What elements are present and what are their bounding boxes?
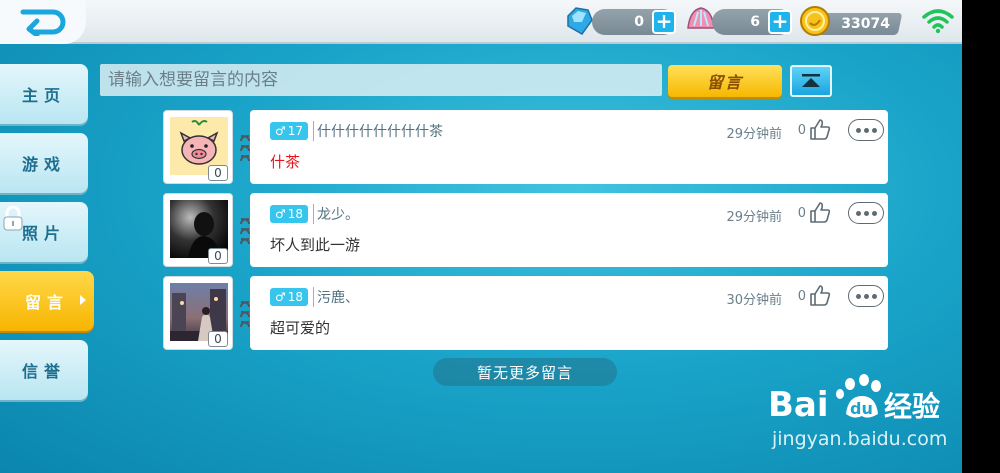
tab-reputation-label: 信誉 (21, 362, 66, 381)
add-diamond-button[interactable]: + (652, 10, 676, 34)
photo-count: 0 (208, 165, 228, 181)
tab-games[interactable]: 游戏 (0, 133, 88, 193)
tab-games-label: 游戏 (21, 155, 66, 174)
tab-reputation[interactable]: 信誉 (0, 340, 88, 400)
game-screen: 0 + 6 + 33074 主页 游戏 照片 留言 信誉 请输入想要留言的内容 … (0, 0, 962, 473)
message-item: 0 ♂ 18 污鹿、 超可爱的 30分钟前 0 (163, 276, 888, 350)
add-shell-button[interactable]: + (768, 10, 792, 34)
photo-count: 0 (208, 248, 228, 264)
gender-age-badge: ♂ 18 (270, 205, 308, 223)
age-value: 18 (287, 290, 304, 304)
chevron-right-icon (80, 295, 86, 305)
age-value: 18 (287, 207, 304, 221)
message-card: ♂ 18 污鹿、 超可爱的 30分钟前 0 (250, 276, 888, 350)
thumbs-up-icon[interactable] (808, 283, 832, 307)
message-input[interactable] (100, 64, 662, 96)
thumbs-up-icon[interactable] (808, 117, 832, 141)
message-text: 超可爱的 (270, 319, 331, 337)
nickname[interactable]: 什什什什什什什什茶 (313, 121, 443, 141)
avatar[interactable]: 0 (163, 110, 233, 184)
wifi-icon (922, 9, 954, 34)
screen-edge-bar (962, 0, 1000, 473)
tab-photos-label: 照片 (21, 224, 66, 243)
male-icon: ♂ (274, 207, 286, 221)
tab-home[interactable]: 主页 (0, 64, 88, 124)
no-more-text: 暂无更多留言 (476, 363, 573, 382)
nickname[interactable]: 龙少。 (313, 204, 359, 224)
message-item: 0 ♂ 18 龙少。 坏人到此一游 29分钟前 0 (163, 193, 888, 267)
like-count: 0 (797, 123, 806, 138)
message-text: 什茶 (270, 153, 301, 171)
thumbs-up-icon[interactable] (808, 200, 832, 224)
male-icon: ♂ (274, 290, 286, 304)
nickname[interactable]: 污鹿、 (313, 287, 359, 307)
male-icon: ♂ (274, 124, 286, 138)
like-count: 0 (797, 206, 806, 221)
watermark-bai-text: Bai (768, 385, 829, 425)
lock-icon (3, 206, 23, 231)
coin-icon (800, 6, 830, 36)
post-message-button[interactable]: 留言 (668, 65, 782, 97)
tab-messages-label: 留言 (24, 293, 69, 312)
timestamp: 29分钟前 (726, 210, 782, 225)
photo-count: 0 (208, 331, 228, 347)
message-item: 0 ♂ 17 什什什什什什什什茶 什茶 29分钟前 0 (163, 110, 888, 184)
more-options-button[interactable] (848, 119, 884, 141)
shell-count: 6 (750, 14, 760, 30)
age-value: 17 (287, 124, 304, 138)
diamond-counter: 0 + (592, 9, 676, 35)
message-card: ♂ 18 龙少。 坏人到此一游 29分钟前 0 (250, 193, 888, 267)
tab-home-label: 主页 (21, 86, 66, 105)
avatar[interactable]: 0 (163, 193, 233, 267)
more-options-button[interactable] (848, 202, 884, 224)
timestamp: 30分钟前 (726, 293, 782, 308)
no-more-messages-label: 暂无更多留言 (433, 358, 617, 386)
baidu-jingyan-watermark-logo: Bai du 经验 (768, 374, 940, 425)
message-card: ♂ 17 什什什什什什什什茶 什茶 29分钟前 0 (250, 110, 888, 184)
post-message-label: 留言 (706, 73, 743, 92)
watermark-jingyan-text: 经验 (884, 390, 940, 423)
shell-counter: 6 + (712, 9, 792, 35)
gender-age-badge: ♂ 18 (270, 288, 308, 306)
like-count: 0 (797, 289, 806, 304)
tab-messages[interactable]: 留言 (0, 271, 94, 331)
scroll-top-button[interactable] (790, 65, 832, 97)
more-options-button[interactable] (848, 285, 884, 307)
back-arrow-icon (20, 9, 66, 36)
diamond-icon (567, 7, 593, 35)
diamond-count: 0 (634, 14, 644, 30)
watermark-url: jingyan.baidu.com (772, 428, 948, 450)
gender-age-badge: ♂ 17 (270, 122, 308, 140)
message-text: 坏人到此一游 (270, 236, 361, 254)
back-button[interactable] (0, 0, 86, 44)
scroll-top-icon (802, 74, 820, 87)
top-bar: 0 + 6 + 33074 (0, 0, 962, 44)
watermark-du-text: du (850, 399, 873, 418)
timestamp: 29分钟前 (726, 127, 782, 142)
avatar[interactable]: 0 (163, 276, 233, 350)
